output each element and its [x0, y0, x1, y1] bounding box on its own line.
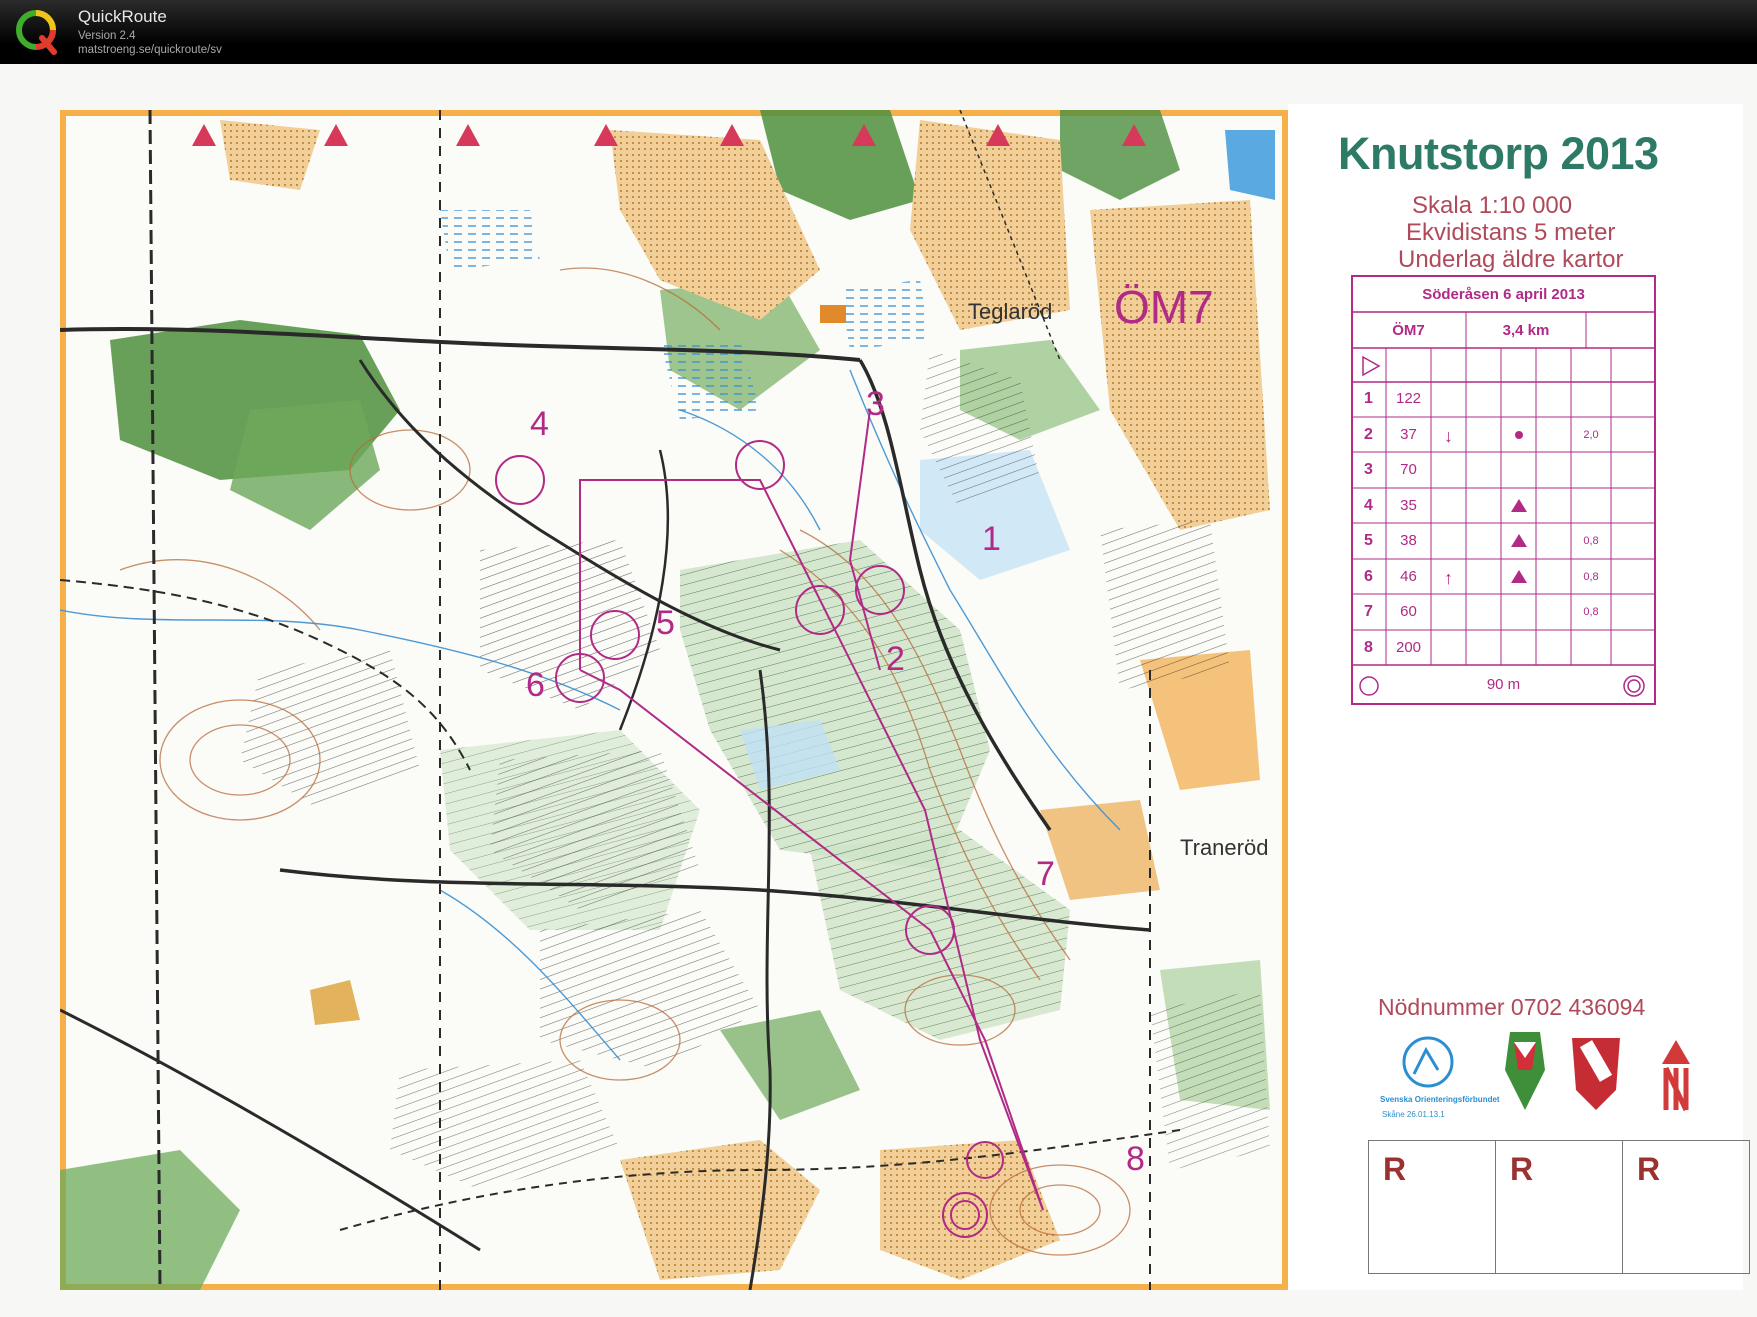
app-name: QuickRoute	[78, 7, 167, 26]
description-control-number: 1	[1364, 390, 1373, 407]
description-direction: ↑	[1444, 567, 1453, 588]
description-control-code: 35	[1400, 496, 1417, 514]
description-control-code: 60	[1400, 603, 1417, 620]
description-control-number: 8	[1364, 638, 1373, 656]
r-label: R	[1637, 1151, 1661, 1187]
description-control-number: 5	[1364, 532, 1373, 549]
description-dimension: 0,8	[1583, 535, 1599, 547]
description-event-name: Söderåsen 6 april 2013	[1422, 286, 1585, 303]
description-control-code: 38	[1400, 532, 1417, 549]
description-control-number: 2	[1364, 425, 1373, 443]
class-label: ÖM7	[1114, 281, 1214, 333]
control-number-5: 5	[656, 604, 675, 642]
control-number-6: 6	[526, 666, 545, 704]
base-map-text: Underlag äldre kartor	[1398, 246, 1624, 273]
north-arrow-icon	[1662, 1040, 1690, 1112]
control-number-3: 3	[866, 385, 885, 423]
description-control-code: 70	[1400, 461, 1417, 478]
boulder-icon	[1515, 431, 1523, 439]
r-label: R	[1510, 1151, 1534, 1187]
description-direction: ↓	[1444, 425, 1453, 446]
orienteering-map[interactable]	[60, 110, 1288, 1290]
silva-shield-icon	[1572, 1038, 1620, 1110]
app-version-info: Version 2.4 matstroeng.se/quickroute/sv	[78, 29, 222, 57]
description-control-code: 46	[1400, 567, 1417, 585]
description-control-code: 37	[1400, 425, 1417, 443]
control-number-4: 4	[530, 405, 549, 443]
federation-logo-icon	[1402, 1036, 1454, 1088]
emergency-number: Nödnummer 0702 436094	[1378, 994, 1646, 1020]
place-name-tranerod: Traneröd	[1180, 835, 1269, 860]
scale-text: Skala 1:10 000	[1412, 192, 1573, 219]
description-control-number: 6	[1364, 567, 1373, 585]
r-box: R	[1369, 1141, 1496, 1273]
app-url: matstroeng.se/quickroute/sv	[78, 44, 222, 56]
description-class: ÖM7	[1392, 322, 1425, 339]
control-number-7: 7	[1036, 855, 1055, 893]
description-dimension: 0,8	[1583, 606, 1599, 618]
control-number-1: 1	[982, 520, 1001, 558]
r-label: R	[1383, 1151, 1407, 1187]
r-box: R	[1623, 1141, 1749, 1273]
quickroute-logo-icon	[16, 10, 57, 55]
club-badge-icon	[1505, 1032, 1545, 1110]
description-control-number: 3	[1364, 461, 1373, 478]
description-length: 3,4 km	[1502, 322, 1550, 339]
r-box: R	[1496, 1141, 1623, 1273]
description-control-code: 122	[1395, 390, 1422, 407]
place-name-teglarod: Teglaröd	[968, 299, 1053, 324]
app-version: Version 2.4	[78, 30, 136, 42]
federation-approval: Skåne 26.01.13.1	[1382, 1110, 1445, 1119]
description-control-code: 200	[1395, 638, 1422, 656]
description-control-number: 4	[1364, 496, 1373, 514]
description-control-number: 7	[1364, 603, 1373, 620]
description-dimension: 0,8	[1583, 570, 1599, 583]
contour-interval-text: Ekvidistans 5 meter	[1406, 219, 1616, 246]
app-title-bar: QuickRoute Version 2.4 matstroeng.se/qui…	[0, 0, 1757, 64]
building-marker	[820, 305, 846, 323]
event-title: Knutstorp 2013	[1338, 128, 1659, 179]
finish-distance: 90 m	[1486, 676, 1521, 693]
control-number-2: 2	[886, 640, 905, 678]
federation-name: Svenska Orienteringsförbundet	[1380, 1095, 1500, 1104]
r-boxes: R R R	[1368, 1140, 1750, 1274]
control-number-8: 8	[1126, 1140, 1145, 1178]
description-dimension: 2,0	[1583, 428, 1599, 441]
